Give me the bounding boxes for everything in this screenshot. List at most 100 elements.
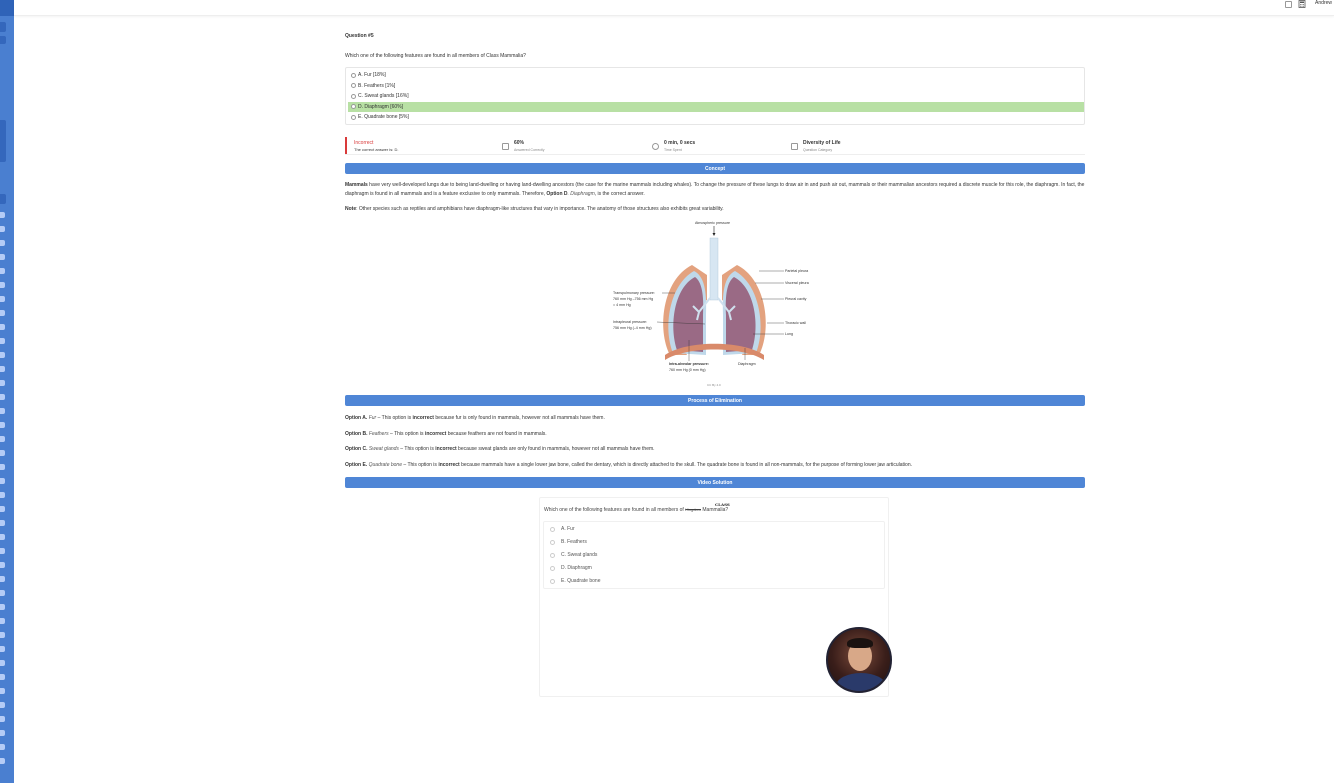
incorrect-indicator-bar	[345, 137, 347, 154]
rail-tick[interactable]	[0, 352, 5, 358]
result-summary: Incorrect The correct answer is: D. 60% …	[345, 137, 1085, 155]
rail-tick[interactable]	[0, 254, 5, 260]
elimination-option-e: Option E. Quadrate bone – This option is…	[345, 462, 912, 468]
label-intraalveolar-2: 760 mm Hg (0 mm Hg)	[669, 368, 706, 372]
answer-option-d[interactable]: D. Diaphragm [60%]	[348, 101, 1084, 112]
radio-icon[interactable]	[351, 72, 356, 78]
rail-tick[interactable]	[0, 576, 5, 582]
rail-collapse-handle[interactable]	[0, 22, 6, 32]
label-intraalveolar-1: Intra-alveolar pressure:	[669, 362, 709, 366]
rail-tick[interactable]	[0, 296, 5, 302]
label-lung: Lung	[785, 332, 793, 336]
clock-icon	[652, 143, 659, 150]
rail-tick[interactable]	[0, 730, 5, 736]
rail-tick[interactable]	[0, 758, 5, 764]
rail-tick[interactable]	[0, 436, 5, 442]
rail-tick[interactable]	[0, 604, 5, 610]
bookmark-icon[interactable]	[1285, 1, 1292, 8]
radio-icon[interactable]	[351, 83, 356, 88]
rail-tick[interactable]	[0, 478, 5, 484]
lung-pressure-diagram: Atmospheric pressure Parietal pleura Vis…	[607, 220, 822, 390]
rail-tick[interactable]	[0, 716, 5, 722]
rail-nav-item[interactable]	[0, 194, 6, 204]
rail-tick[interactable]	[0, 380, 5, 386]
video-option: E. Quadrate bone	[550, 578, 600, 584]
radio-icon	[550, 565, 555, 571]
label-atmospheric: Atmospheric pressure	[695, 221, 730, 225]
elimination-option-b: Option B. Feathers – This option is inco…	[345, 431, 547, 437]
video-option: C. Sweat glands	[550, 552, 597, 558]
answer-options: A. Fur [18%] B. Feathers [1%] C. Sweat g…	[345, 67, 1085, 125]
top-bar: Andrew	[14, 0, 1334, 16]
video-solution-player[interactable]: CLASS Which one of the following feature…	[539, 497, 892, 697]
answer-option-b[interactable]: B. Feathers [1%]	[348, 81, 1084, 91]
rail-tick[interactable]	[0, 212, 5, 218]
label-transpulmonary-3: = 4 mm Hg	[613, 303, 631, 307]
rail-tick[interactable]	[0, 268, 5, 274]
arrow-head	[712, 233, 716, 236]
answer-option-e[interactable]: E. Quadrate bone [5%]	[348, 112, 1084, 122]
rail-tick[interactable]	[0, 562, 5, 568]
label-parietal-pleura: Parietal pleura	[785, 269, 808, 273]
rail-tick[interactable]	[0, 226, 5, 232]
rail-tick[interactable]	[0, 240, 5, 246]
question-text: Which one of the following features are …	[345, 53, 526, 59]
user-name[interactable]: Andrew	[1315, 0, 1332, 6]
radio-icon[interactable]	[351, 114, 356, 120]
elimination-option-a: Option A. Fur – This option is incorrect…	[345, 415, 605, 421]
rail-tick[interactable]	[0, 366, 5, 372]
left-sidebar-rail	[0, 0, 14, 783]
rail-tick[interactable]	[0, 590, 5, 596]
radio-icon[interactable]	[351, 93, 356, 99]
question-number: Question #5	[345, 33, 374, 39]
radio-icon[interactable]	[351, 104, 356, 109]
rail-tick[interactable]	[0, 422, 5, 428]
trachea	[709, 237, 719, 301]
label-diaphragm: Diaphragm	[738, 362, 756, 366]
presenter-shirt	[836, 673, 886, 691]
elimination-option-c: Option C. Sweat glands – This option is …	[345, 446, 655, 452]
rail-tick[interactable]	[0, 702, 5, 708]
rail-tick[interactable]	[0, 492, 5, 498]
radio-icon	[550, 539, 555, 545]
rail-tick[interactable]	[0, 324, 5, 330]
label-transpulmonary-2: 760 mm Hg –756 mm Hg	[613, 297, 653, 301]
rail-header-block	[0, 0, 14, 16]
concept-paragraph: Mammals have very well-developed lungs d…	[345, 182, 1085, 197]
rail-tick[interactable]	[0, 520, 5, 526]
label-visceral-pleura: Visceral pleura	[785, 281, 809, 285]
label-thoracic-wall: Thoracic wall	[785, 321, 806, 325]
rail-tick[interactable]	[0, 464, 5, 470]
concept-note: Note: Other species such as reptiles and…	[345, 206, 724, 212]
rail-tick[interactable]	[0, 338, 5, 344]
rail-tick[interactable]	[0, 618, 5, 624]
concept-header: Concept	[345, 163, 1085, 174]
rail-tick[interactable]	[0, 688, 5, 694]
rail-tick[interactable]	[0, 408, 5, 414]
label-transpulmonary-1: Transpulmonary pressure:	[613, 291, 655, 295]
video-options-box: A. Fur B. Feathers C. Sweat glands D. Di…	[543, 521, 885, 589]
rail-tick[interactable]	[0, 548, 5, 554]
rail-nav-item[interactable]	[0, 36, 6, 44]
rail-tick[interactable]	[0, 744, 5, 750]
rail-scroll-thumb[interactable]	[0, 120, 6, 162]
rail-tick[interactable]	[0, 534, 5, 540]
label-intrapleural-2: 756 mm Hg (–4 mm Hg)	[613, 326, 652, 330]
rail-tick[interactable]	[0, 282, 5, 288]
answer-option-a[interactable]: A. Fur [18%]	[348, 70, 1084, 80]
rail-tick[interactable]	[0, 674, 5, 680]
rail-tick[interactable]	[0, 394, 5, 400]
label-pleural-cavity: Pleural cavity	[785, 297, 807, 301]
rail-tick[interactable]	[0, 632, 5, 638]
rail-tick[interactable]	[0, 450, 5, 456]
video-option: D. Diaphragm	[550, 565, 592, 571]
video-option: B. Feathers	[550, 539, 587, 545]
correct-answer-text: The correct answer is: D.	[354, 147, 399, 152]
rail-tick[interactable]	[0, 660, 5, 666]
rail-tick[interactable]	[0, 310, 5, 316]
rail-tick[interactable]	[0, 646, 5, 652]
video-question-text: Which one of the following features are …	[544, 507, 729, 513]
rail-tick[interactable]	[0, 506, 5, 512]
calculator-icon[interactable]	[1298, 0, 1306, 8]
answer-option-c[interactable]: C. Sweat glands [16%]	[348, 91, 1084, 101]
